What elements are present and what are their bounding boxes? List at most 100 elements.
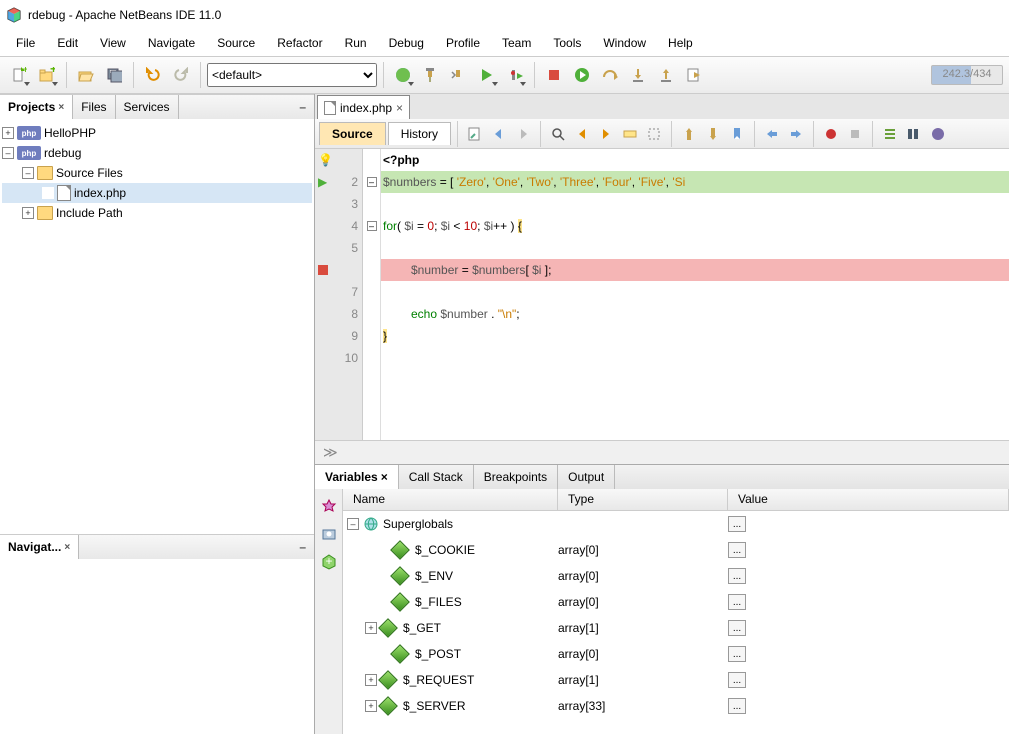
editor-body[interactable]: 💡 ▶2 3 4 5 7 8 9 10 – – <?php (315, 149, 1009, 440)
history-tab[interactable]: History (388, 122, 451, 145)
uncomment-button[interactable] (903, 123, 925, 145)
find-next-button[interactable] (595, 123, 617, 145)
redo-button[interactable] (168, 62, 194, 88)
goto-type-button[interactable] (927, 123, 949, 145)
toggle-highlight-button[interactable] (619, 123, 641, 145)
menu-window[interactable]: Window (593, 34, 656, 52)
run-browser-button[interactable] (390, 62, 416, 88)
step-into-button[interactable] (625, 62, 651, 88)
close-icon[interactable]: × (381, 470, 388, 484)
fold-column[interactable]: – – (363, 149, 381, 440)
menu-view[interactable]: View (90, 34, 136, 52)
col-type[interactable]: Type (558, 489, 728, 510)
find-prev-button[interactable] (571, 123, 593, 145)
run-button[interactable] (474, 62, 500, 88)
ellipsis-button[interactable]: ... (728, 568, 746, 584)
open-project-button[interactable] (73, 62, 99, 88)
step-over-button[interactable] (597, 62, 623, 88)
back-button[interactable] (488, 123, 510, 145)
start-macro-button[interactable] (820, 123, 842, 145)
var-row[interactable]: $_ENV array[0] ... (343, 563, 1009, 589)
tab-variables[interactable]: Variables× (315, 465, 399, 489)
build-button[interactable] (418, 62, 444, 88)
debug-button[interactable] (502, 62, 528, 88)
next-bookmark-button[interactable] (702, 123, 724, 145)
minimize-button[interactable]: – (291, 95, 314, 119)
shift-left-button[interactable] (761, 123, 783, 145)
tab-services[interactable]: Services (116, 95, 179, 119)
project-node-rdebug[interactable]: –phprdebug (2, 143, 312, 163)
new-project-button[interactable]: + (34, 62, 60, 88)
shift-right-button[interactable] (785, 123, 807, 145)
code-area[interactable]: <?php $numbers = [ 'Zero', 'One', 'Two',… (381, 149, 1009, 440)
forward-button[interactable] (512, 123, 534, 145)
variables-grid[interactable]: Name Type Value –Superglobals ... $_COOK… (343, 489, 1009, 734)
tab-navigator[interactable]: Navigat...× (0, 535, 79, 559)
var-row[interactable]: $_COOKIE array[0] ... (343, 537, 1009, 563)
ellipsis-button[interactable]: ... (728, 594, 746, 610)
ellipsis-button[interactable]: ... (728, 620, 746, 636)
var-row[interactable]: +$_REQUEST array[1] ... (343, 667, 1009, 693)
toggle-rect-select-button[interactable] (643, 123, 665, 145)
file-node-index-php[interactable]: index.php (2, 183, 312, 203)
var-row-superglobals[interactable]: –Superglobals ... (343, 511, 1009, 537)
ellipsis-button[interactable]: ... (728, 672, 746, 688)
prev-bookmark-button[interactable] (678, 123, 700, 145)
add-watch-button[interactable]: + (318, 551, 340, 573)
watch-button[interactable] (318, 495, 340, 517)
run-to-cursor-button[interactable] (681, 62, 707, 88)
menu-file[interactable]: File (6, 34, 45, 52)
save-all-button[interactable] (101, 62, 127, 88)
tab-output[interactable]: Output (558, 465, 615, 489)
menu-profile[interactable]: Profile (436, 34, 490, 52)
ellipsis-button[interactable]: ... (728, 542, 746, 558)
tab-callstack[interactable]: Call Stack (399, 465, 474, 489)
finish-debug-button[interactable] (541, 62, 567, 88)
menu-navigate[interactable]: Navigate (138, 34, 205, 52)
col-value[interactable]: Value (728, 489, 1009, 510)
ellipsis-button[interactable]: ... (728, 516, 746, 532)
project-node-hellophp[interactable]: +phpHelloPHP (2, 123, 312, 143)
include-path-node[interactable]: +Include Path (2, 203, 312, 223)
close-icon[interactable]: × (64, 542, 70, 553)
tab-files[interactable]: Files (73, 95, 115, 119)
tab-projects[interactable]: Projects× (0, 95, 73, 119)
menu-team[interactable]: Team (492, 34, 541, 52)
menu-debug[interactable]: Debug (379, 34, 434, 52)
col-name[interactable]: Name (343, 489, 558, 510)
clean-build-button[interactable] (446, 62, 472, 88)
memory-indicator[interactable]: 242.3/434 (931, 65, 1003, 85)
snapshot-button[interactable] (318, 523, 340, 545)
editor-breadcrumb[interactable]: ≫ (315, 440, 1009, 464)
run-config-select[interactable]: <default> (207, 63, 377, 87)
ellipsis-button[interactable]: ... (728, 646, 746, 662)
stop-macro-button[interactable] (844, 123, 866, 145)
close-icon[interactable]: × (58, 102, 64, 113)
menu-tools[interactable]: Tools (543, 34, 591, 52)
minimize-button[interactable]: – (291, 535, 314, 559)
var-row[interactable]: $_FILES array[0] ... (343, 589, 1009, 615)
projects-tree[interactable]: +phpHelloPHP –phprdebug –Source Files in… (0, 119, 314, 534)
toggle-bookmark-button[interactable] (726, 123, 748, 145)
menu-run[interactable]: Run (335, 34, 377, 52)
menu-edit[interactable]: Edit (47, 34, 88, 52)
var-row[interactable]: +$_SERVER array[33] ... (343, 693, 1009, 719)
comment-button[interactable] (879, 123, 901, 145)
editor-gutter[interactable]: 💡 ▶2 3 4 5 7 8 9 10 (315, 149, 363, 440)
menu-refactor[interactable]: Refactor (267, 34, 332, 52)
source-tab[interactable]: Source (319, 122, 386, 145)
close-icon[interactable]: × (396, 101, 403, 115)
ellipsis-button[interactable]: ... (728, 698, 746, 714)
menu-source[interactable]: Source (207, 34, 265, 52)
undo-button[interactable] (140, 62, 166, 88)
find-selection-button[interactable] (547, 123, 569, 145)
editor-tab-index-php[interactable]: index.php × (317, 95, 410, 119)
breakpoint-icon[interactable] (318, 265, 328, 275)
source-files-node[interactable]: –Source Files (2, 163, 312, 183)
var-row[interactable]: $_POST array[0] ... (343, 641, 1009, 667)
step-out-button[interactable] (653, 62, 679, 88)
menu-help[interactable]: Help (658, 34, 703, 52)
last-edit-button[interactable] (464, 123, 486, 145)
continue-button[interactable] (569, 62, 595, 88)
new-file-button[interactable]: + (6, 62, 32, 88)
